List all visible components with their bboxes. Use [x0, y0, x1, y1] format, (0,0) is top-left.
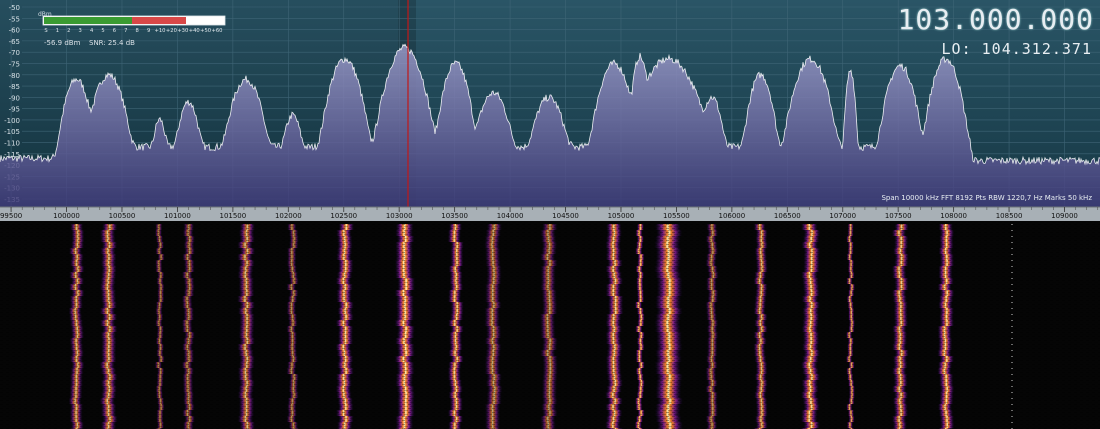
frequency-display[interactable]: 103.000.000 [898, 6, 1094, 34]
x-tick-label: 101500 [219, 212, 246, 220]
y-tick-label: -65 [9, 38, 20, 46]
x-tick-label: 100000 [53, 212, 80, 220]
y-tick-label: -60 [9, 27, 20, 35]
x-tick-label: 101000 [164, 212, 191, 220]
y-tick-label: -90 [9, 94, 20, 102]
y-tick-label: -85 [9, 83, 20, 91]
x-tick-label: 106000 [718, 212, 745, 220]
s-meter-scale-label: 1 [56, 28, 59, 34]
x-tick-label: 109000 [1051, 212, 1078, 220]
fft-info-text: Span 10000 kHz FFT 8192 Pts RBW 1220,7 H… [881, 194, 1092, 202]
s-meter-scale-label: 6 [113, 28, 116, 34]
s-meter-scale-label: 9 [147, 28, 150, 34]
x-tick-label: 107500 [885, 212, 912, 220]
waterfall-texture [0, 221, 1100, 429]
y-tick-label: -110 [4, 140, 20, 148]
s-meter-scale-label: 5 [101, 28, 104, 34]
y-tick-label: -55 [9, 15, 20, 23]
y-tick-label: -75 [9, 60, 20, 68]
s-meter-scale-label: 2 [67, 28, 70, 34]
y-tick-label: -100 [4, 117, 20, 125]
y-tick-label: -80 [9, 72, 20, 80]
x-tick-label: 108500 [996, 212, 1023, 220]
signal-level-readout: -56.9 dBm [44, 39, 81, 47]
x-tick-label: 102500 [330, 212, 357, 220]
y-tick-label: -105 [4, 128, 20, 136]
s-meter-scale-label: +50 [200, 28, 211, 34]
s-meter-scale-label: 3 [79, 28, 82, 34]
sdr-display[interactable]: -50 -55 -60 -65 -70 -75 -80 -85 -90 -95 -100 -105 -1… [0, 0, 1100, 429]
x-tick-label: 106500 [774, 212, 801, 220]
x-tick-label: 105000 [608, 212, 635, 220]
y-tick-label: -95 [9, 106, 20, 114]
y-tick-label: -50 [9, 4, 20, 12]
s-meter-green-bar [44, 17, 132, 24]
x-tick-label: 105500 [663, 212, 690, 220]
s-meter-red-bar [132, 17, 186, 24]
x-tick-label: 102000 [275, 212, 302, 220]
x-tick-label: 103000 [386, 212, 413, 220]
x-tick-label: 107000 [829, 212, 856, 220]
x-tick-label: 104500 [552, 212, 579, 220]
x-tick-label: 100500 [109, 212, 136, 220]
s-meter-scale-label: +10 [155, 28, 166, 34]
s-meter-scale-label: +40 [189, 28, 200, 34]
y-tick-label: -70 [9, 49, 20, 57]
snr-readout: SNR: 25.4 dB [89, 39, 135, 47]
s-meter-scale-label: S [44, 28, 47, 34]
x-tick-label: 103500 [441, 212, 468, 220]
x-tick-label: 104000 [497, 212, 524, 220]
s-meter-scale-label: 7 [124, 28, 127, 34]
s-meter-scale-label: 8 [136, 28, 139, 34]
s-meter-scale-label: +60 [212, 28, 223, 34]
s-meter-scale-label: +30 [177, 28, 188, 34]
s-meter-scale-label: +20 [166, 28, 177, 34]
x-tick-label: 99500 [0, 212, 22, 220]
x-tick-label: 108000 [940, 212, 967, 220]
lo-frequency-display[interactable]: LO: 104.312.371 [942, 40, 1092, 58]
